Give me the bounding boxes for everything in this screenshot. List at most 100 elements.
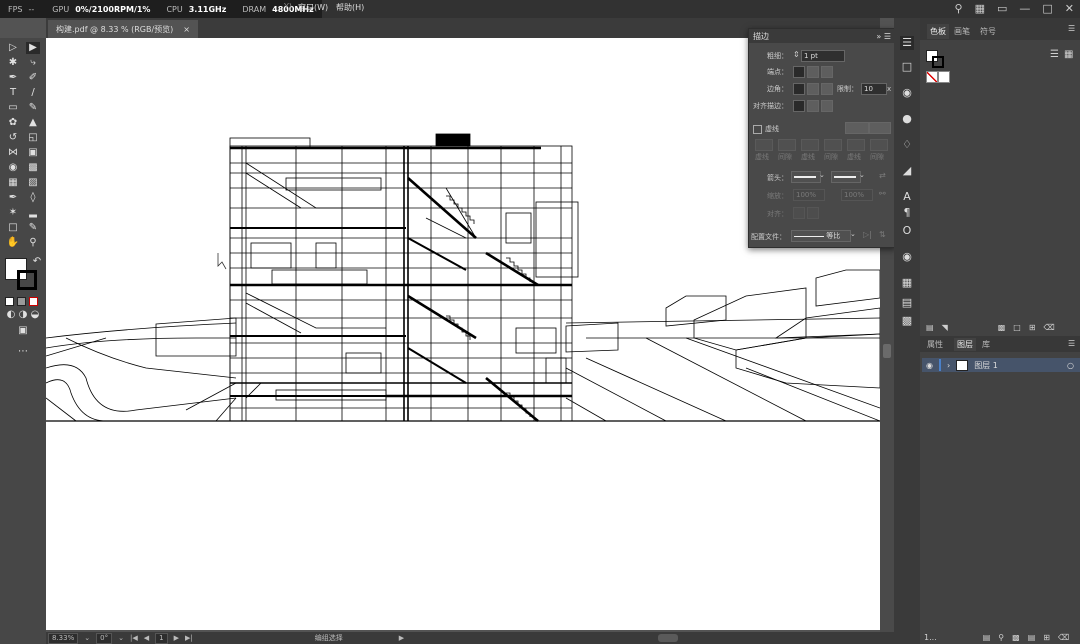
visibility-eye-icon[interactable]: ◉ xyxy=(926,361,933,370)
tab-libraries[interactable]: 库 xyxy=(982,339,990,350)
eyedropper-tool-icon[interactable]: ✒ xyxy=(6,192,20,204)
align-icon[interactable]: ▤ xyxy=(900,296,914,310)
bevel-join-button[interactable] xyxy=(821,83,833,95)
align-inside-button[interactable] xyxy=(807,100,819,112)
tab-swatches[interactable]: 色板 xyxy=(927,24,949,39)
pathfinder-icon[interactable]: ◉ xyxy=(900,250,914,264)
paintbrush-tool-icon[interactable]: ✎ xyxy=(26,102,40,114)
round-cap-button[interactable] xyxy=(807,66,819,78)
end-arrowhead-dropdown-icon[interactable]: ⌄ xyxy=(859,171,865,179)
align-center-button[interactable] xyxy=(793,100,805,112)
link-scale-icon[interactable]: ⚯ xyxy=(879,189,886,198)
dash-preserve-button[interactable] xyxy=(845,122,869,134)
start-arrowhead-dropdown-icon[interactable]: ⌄ xyxy=(819,171,825,179)
round-join-button[interactable] xyxy=(807,83,819,95)
tab-symbols[interactable]: 符号 xyxy=(980,26,996,37)
weight-stepper-icon[interactable]: ⇕ xyxy=(793,50,800,59)
weight-field[interactable]: 1 pt xyxy=(801,50,845,62)
eraser-tool-icon[interactable]: ▲ xyxy=(26,117,40,129)
layers-menu-icon[interactable]: ☰ xyxy=(1068,339,1075,348)
rectangle-tool-icon[interactable]: ▭ xyxy=(6,102,20,114)
graphic-styles-icon[interactable]: ♢ xyxy=(900,138,914,152)
stroke-panel-header[interactable]: 描边 » ☰ xyxy=(749,29,895,43)
artboards-icon[interactable]: ▩ xyxy=(900,314,914,328)
expand-layer-icon[interactable]: › xyxy=(947,361,950,370)
shape-builder-tool-icon[interactable]: ◉ xyxy=(6,162,20,174)
delete-swatch-icon[interactable]: ⌫ xyxy=(1044,323,1055,332)
symbol-sprayer-tool-icon[interactable]: ✶ xyxy=(6,207,20,219)
last-artboard-icon[interactable]: ▶| xyxy=(185,634,193,642)
restore-icon[interactable]: □ xyxy=(1042,2,1052,15)
export-icon[interactable]: ▤ xyxy=(983,633,991,642)
close-tab-icon[interactable]: × xyxy=(183,25,190,34)
dashed-checkbox[interactable] xyxy=(753,125,762,134)
gap-field-2[interactable] xyxy=(824,139,842,151)
none-swatch[interactable] xyxy=(926,71,938,83)
prev-artboard-icon[interactable]: ◀ xyxy=(144,634,149,642)
start-arrowhead-select[interactable] xyxy=(791,171,821,183)
magic-wand-tool-icon[interactable]: ✱ xyxy=(6,57,20,69)
target-icon[interactable]: ○ xyxy=(1067,361,1074,370)
document-tab[interactable]: 构建.pdf @ 8.33 % (RGB/预览) × xyxy=(48,20,198,38)
stroke-panel-icon[interactable]: ☰ xyxy=(900,36,914,50)
transform-icon[interactable]: ▦ xyxy=(900,276,914,290)
projecting-cap-button[interactable] xyxy=(821,66,833,78)
opentype-icon[interactable]: O xyxy=(900,224,914,238)
search-icon[interactable]: ⚲ xyxy=(955,2,963,15)
column-graph-tool-icon[interactable]: ▂ xyxy=(26,207,40,219)
status-arrow-icon[interactable]: ▶ xyxy=(399,634,404,642)
clipping-mask-icon[interactable]: ▩ xyxy=(1012,633,1020,642)
zoom-field[interactable]: 8.33% xyxy=(48,632,79,644)
pen-tool-icon[interactable]: ✒ xyxy=(6,72,20,84)
dash-field-2[interactable] xyxy=(801,139,819,151)
color-guide-icon[interactable]: ● xyxy=(900,112,914,126)
butt-cap-button[interactable] xyxy=(793,66,805,78)
scale-tool-icon[interactable]: ◱ xyxy=(26,132,40,144)
none-mode-icon[interactable] xyxy=(29,297,38,306)
perspective-grid-tool-icon[interactable]: ▦ xyxy=(6,177,20,189)
miter-join-button[interactable] xyxy=(793,83,805,95)
end-arrowhead-select[interactable] xyxy=(831,171,861,183)
profile-select[interactable]: 等比 xyxy=(791,230,851,242)
tab-brushes[interactable]: 画笔 xyxy=(954,26,970,37)
hand-tool-icon[interactable]: ✋ xyxy=(6,237,20,249)
new-layer-icon[interactable]: ⊞ xyxy=(1043,633,1050,642)
screen-mode-icon[interactable]: ▣ xyxy=(16,325,30,337)
stroke-swatch[interactable] xyxy=(17,270,37,290)
appearance-icon[interactable]: ◉ xyxy=(900,86,914,100)
rotate-tool-icon[interactable]: ↺ xyxy=(6,132,20,144)
shaper-tool-icon[interactable]: ✿ xyxy=(6,117,20,129)
menu-help[interactable]: 帮助(H) xyxy=(336,2,364,13)
direct-selection-tool-icon[interactable]: ▶ xyxy=(26,42,40,54)
gradient-tool-icon[interactable]: ▨ xyxy=(26,177,40,189)
dash-field-3[interactable] xyxy=(847,139,865,151)
color-mode-icon[interactable] xyxy=(5,297,14,306)
curvature-tool-icon[interactable]: ✐ xyxy=(26,72,40,84)
lasso-tool-icon[interactable]: ⤷ xyxy=(26,57,40,69)
align-outside-button[interactable] xyxy=(821,100,833,112)
gradient-mode-icon[interactable] xyxy=(17,297,26,306)
arrow-align-extend-button[interactable] xyxy=(793,207,805,219)
limit-field[interactable]: 10 xyxy=(861,83,887,95)
zoom-dropdown-icon[interactable]: ⌄ xyxy=(84,634,90,642)
new-swatch-icon[interactable]: ⊞ xyxy=(1029,323,1036,332)
blend-tool-icon[interactable]: ◊ xyxy=(26,192,40,204)
start-scale-field[interactable]: 100% xyxy=(793,189,825,201)
swap-arrowheads-icon[interactable]: ⇄ xyxy=(879,171,886,180)
type-tool-icon[interactable]: T xyxy=(6,87,20,99)
artboard-number-field[interactable]: 1 xyxy=(155,632,168,644)
character-icon[interactable]: A xyxy=(900,190,914,204)
gap-field-1[interactable] xyxy=(778,139,796,151)
tab-layers[interactable]: 图层 xyxy=(954,338,976,351)
arrow-align-place-button[interactable] xyxy=(807,207,819,219)
paragraph-icon[interactable]: ¶ xyxy=(900,206,914,220)
line-tool-icon[interactable]: / xyxy=(26,87,40,99)
gap-field-3[interactable] xyxy=(870,139,888,151)
zoom-tool-icon[interactable]: ⚲ xyxy=(26,237,40,249)
comments-icon[interactable]: □ xyxy=(900,60,914,74)
flip-across-icon[interactable]: ⇅ xyxy=(879,230,886,239)
free-transform-tool-icon[interactable]: ▣ xyxy=(26,147,40,159)
profile-dropdown-icon[interactable]: ⌄ xyxy=(850,230,856,238)
list-view-icon[interactable]: ☰ xyxy=(1050,49,1059,60)
swatches-menu-icon[interactable]: ☰ xyxy=(1068,24,1075,33)
